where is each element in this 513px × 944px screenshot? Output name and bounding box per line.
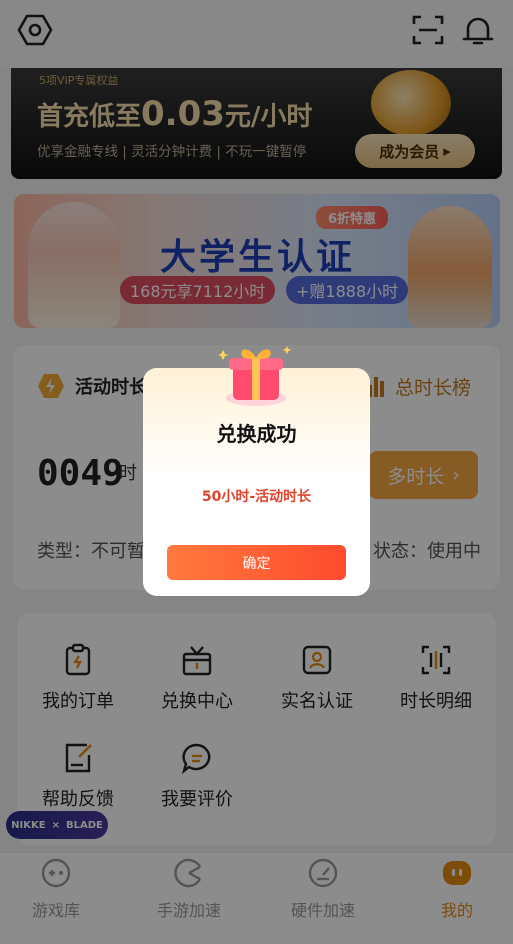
gift-box-icon	[219, 346, 292, 406]
dialog-title: 兑换成功	[216, 422, 297, 446]
dialog-reward-text: 50小时-活动时长	[201, 489, 312, 505]
redeem-success-dialog: 兑换成功 50小时-活动时长 确定	[143, 346, 370, 596]
confirm-button[interactable]: 确定	[167, 545, 346, 580]
